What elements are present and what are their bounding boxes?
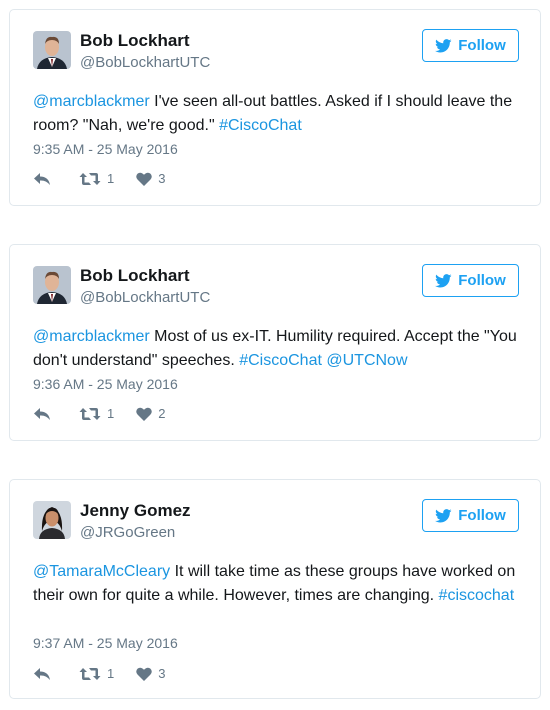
author-name[interactable]: Jenny Gomez (80, 501, 191, 521)
retweet-button[interactable]: 1 (79, 171, 114, 186)
retweet-count: 1 (107, 171, 115, 186)
follow-button[interactable]: Follow (422, 29, 519, 62)
retweet-icon (79, 407, 101, 420)
heart-icon (136, 667, 152, 681)
heart-icon (136, 172, 152, 186)
reply-button[interactable] (33, 407, 57, 421)
mention-link[interactable]: @marcblackmer (33, 93, 150, 110)
twitter-bird-icon (435, 508, 452, 523)
tweet-card: Bob Lockhart @BobLockhartUTC Follow @mar… (9, 9, 541, 206)
author-handle[interactable]: @BobLockhartUTC (80, 54, 210, 71)
avatar[interactable] (33, 266, 71, 304)
like-count: 2 (158, 406, 166, 421)
follow-label: Follow (458, 507, 506, 524)
reply-icon (34, 172, 50, 185)
reply-button[interactable] (33, 667, 57, 681)
tweet-text: @marcblackmer Most of us ex-IT. Humility… (33, 325, 523, 373)
retweet-icon (79, 667, 101, 680)
retweet-button[interactable]: 1 (79, 406, 114, 421)
reply-icon (34, 407, 50, 420)
reply-icon (34, 667, 50, 680)
hashtag-link[interactable]: #ciscochat (439, 587, 515, 604)
heart-icon (136, 407, 152, 421)
tweet-card: Jenny Gomez @JRGoGreen Follow @TamaraMcC… (9, 479, 541, 699)
retweet-count: 1 (107, 666, 115, 681)
hashtag-link[interactable]: #CiscoChat (239, 352, 322, 369)
like-count: 3 (158, 171, 166, 186)
follow-label: Follow (458, 272, 506, 289)
author-handle[interactable]: @BobLockhartUTC (80, 289, 210, 306)
mention-link[interactable]: @TamaraMcCleary (33, 563, 170, 580)
follow-label: Follow (458, 37, 506, 54)
like-button[interactable]: 2 (136, 406, 165, 421)
tweet-actions: 1 3 (33, 171, 187, 186)
tweet-text: @TamaraMcCleary It will take time as the… (33, 560, 523, 608)
hashtag-link[interactable]: #CiscoChat (219, 117, 302, 134)
tweet-timestamp[interactable]: 9:36 AM - 25 May 2016 (33, 376, 178, 392)
avatar[interactable] (33, 31, 71, 69)
reply-button[interactable] (33, 172, 57, 186)
retweet-icon (79, 172, 101, 185)
mention-link[interactable]: @marcblackmer (33, 328, 150, 345)
like-button[interactable]: 3 (136, 666, 165, 681)
author-name[interactable]: Bob Lockhart (80, 266, 190, 286)
follow-button[interactable]: Follow (422, 499, 519, 532)
author-name[interactable]: Bob Lockhart (80, 31, 190, 51)
like-button[interactable]: 3 (136, 171, 165, 186)
twitter-bird-icon (435, 38, 452, 53)
tweet-actions: 1 3 (33, 666, 187, 681)
tweet-timestamp[interactable]: 9:37 AM - 25 May 2016 (33, 635, 178, 651)
tweet-card: Bob Lockhart @BobLockhartUTC Follow @mar… (9, 244, 541, 441)
twitter-bird-icon (435, 273, 452, 288)
avatar[interactable] (33, 501, 71, 539)
tweet-timestamp[interactable]: 9:35 AM - 25 May 2016 (33, 141, 178, 157)
follow-button[interactable]: Follow (422, 264, 519, 297)
retweet-button[interactable]: 1 (79, 666, 114, 681)
author-handle[interactable]: @JRGoGreen (80, 524, 175, 541)
retweet-count: 1 (107, 406, 115, 421)
like-count: 3 (158, 666, 166, 681)
mention-link[interactable]: @UTCNow (326, 352, 407, 369)
tweet-text: @marcblackmer I've seen all-out battles.… (33, 90, 523, 138)
tweet-actions: 1 2 (33, 406, 187, 421)
